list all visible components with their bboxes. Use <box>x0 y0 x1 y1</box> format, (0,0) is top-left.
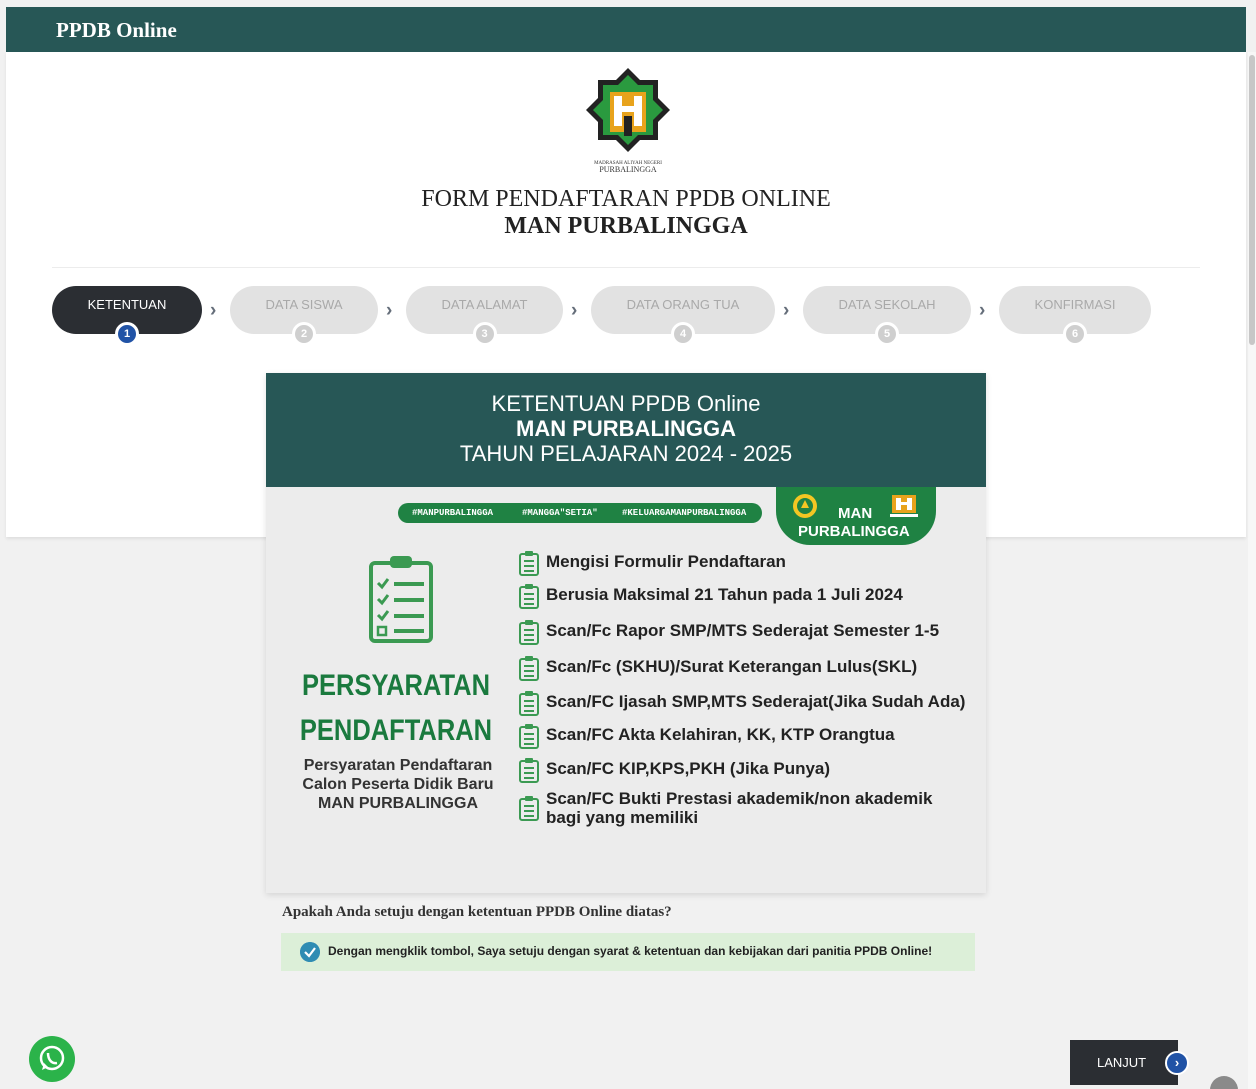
chevron-right-icon: › <box>386 300 393 321</box>
form-title: FORM PENDAFTARAN PPDB ONLINE <box>421 186 831 212</box>
requirement-text: Scan/Fc (SKHU)/Surat Keterangan Lulus(SK… <box>546 657 918 676</box>
hashtag: #MANGGA"SETIA" <box>522 508 598 518</box>
clipboard-icon <box>519 656 539 681</box>
step-number: 2 <box>292 322 316 346</box>
clipboard-icon <box>519 620 539 645</box>
agreement-text: Dengan mengklik tombol, Saya setuju deng… <box>328 944 933 958</box>
banner-subtext: MAN PURBALINGGA <box>318 795 478 812</box>
step-ketentuan[interactable]: KETENTUAN 1 <box>52 286 202 346</box>
clipboard-icon <box>519 584 539 609</box>
school-logo-icon <box>890 495 918 517</box>
requirement-text: Scan/FC Ijasah SMP,MTS Sederajat(Jika Su… <box>546 692 966 711</box>
persyaratan-heading: PERSYARATAN <box>302 669 490 702</box>
step-data-orang-tua[interactable]: DATA ORANG TUA 4 <box>591 286 775 346</box>
step-number: 1 <box>115 322 139 346</box>
step-number: 6 <box>1063 322 1087 346</box>
agreement-question: Apakah Anda setuju dengan ketentuan PPDB… <box>282 904 672 920</box>
step-label: DATA SISWA <box>265 297 343 312</box>
logo-caption: PURBALINGGA <box>599 165 657 174</box>
step-label: DATA SEKOLAH <box>838 297 936 312</box>
school-logo: MADRASAH ALIYAH NEGERI PURBALINGGA <box>586 68 670 174</box>
whatsapp-icon <box>39 1045 65 1071</box>
agreement-box: Dengan mengklik tombol, Saya setuju deng… <box>281 933 975 971</box>
hashtag-strip: #MANPURBALINGGA #MANGGA"SETIA" #KELUARGA… <box>398 503 762 523</box>
chevron-right-icon: › <box>979 300 986 321</box>
requirement-text: Berusia Maksimal 21 Tahun pada 1 Juli 20… <box>546 585 903 604</box>
form-subtitle: MAN PURBALINGGA <box>504 213 748 239</box>
clipboard-icon <box>519 758 539 783</box>
step-data-siswa[interactable]: DATA SISWA 2 <box>230 286 378 346</box>
requirement-text: Scan/Fc Rapor SMP/MTS Sederajat Semester… <box>546 621 940 640</box>
clipboard-checklist-icon <box>369 556 433 643</box>
next-button[interactable]: LANJUT › <box>1070 1040 1189 1085</box>
requirements-banner: KETENTUAN PPDB Online MAN PURBALINGGA TA… <box>266 373 986 893</box>
requirement-text: Scan/FC KIP,KPS,PKH (Jika Punya) <box>546 759 831 778</box>
banner-title: KETENTUAN PPDB Online <box>491 391 761 416</box>
step-number: 4 <box>671 322 695 346</box>
banner-subtext: Persyaratan Pendaftaran <box>303 757 493 774</box>
divider <box>52 267 1200 268</box>
clipboard-icon <box>519 724 539 749</box>
top-navbar: PPDB Online <box>6 7 1246 52</box>
step-label: DATA ALAMAT <box>441 297 528 312</box>
step-konfirmasi[interactable]: KONFIRMASI 6 <box>999 286 1151 346</box>
scroll-to-top-button[interactable] <box>1210 1076 1238 1089</box>
step-data-alamat[interactable]: DATA ALAMAT 3 <box>406 286 563 346</box>
check-circle-icon <box>300 942 320 962</box>
chevron-right-icon: › <box>571 300 578 321</box>
step-label: KETENTUAN <box>87 297 167 312</box>
whatsapp-button[interactable] <box>29 1036 75 1082</box>
step-number: 5 <box>875 322 899 346</box>
step-data-sekolah[interactable]: DATA SEKOLAH 5 <box>803 286 971 346</box>
step-label: KONFIRMASI <box>1034 297 1116 312</box>
banner-school: MAN PURBALINGGA <box>516 416 736 441</box>
requirement-text: Scan/FC Bukti Prestasi akademik/non akad… <box>546 789 933 808</box>
clipboard-icon <box>519 691 539 716</box>
step-label: DATA ORANG TUA <box>626 297 740 312</box>
hashtag: #MANPURBALINGGA <box>412 508 494 518</box>
next-button-label: LANJUT <box>1097 1055 1147 1070</box>
clipboard-icon <box>519 551 539 576</box>
hashtag: #KELUARGAMANPURBALINGGA <box>622 508 747 518</box>
chevron-right-icon: › <box>1165 1051 1189 1075</box>
requirement-text: bagi yang memiliki <box>546 808 699 827</box>
banner-header: KETENTUAN PPDB Online MAN PURBALINGGA TA… <box>266 373 986 487</box>
clipboard-icon <box>519 796 539 821</box>
school-tag: MAN PURBALINGGA <box>776 487 936 545</box>
tag-line2: PURBALINGGA <box>798 523 910 540</box>
tag-line1: MAN <box>838 505 873 522</box>
ministry-logo-icon <box>793 494 817 518</box>
pendaftaran-heading: PENDAFTARAN <box>299 714 493 747</box>
banner-year: TAHUN PELAJARAN 2024 - 2025 <box>459 441 793 466</box>
step-number: 3 <box>472 322 497 346</box>
chevron-right-icon: › <box>783 300 790 321</box>
banner-subtext: Calon Peserta Didik Baru <box>302 776 494 793</box>
requirement-text: Mengisi Formulir Pendaftaran <box>546 552 786 571</box>
chevron-right-icon: › <box>210 300 217 321</box>
brand-title[interactable]: PPDB Online <box>56 18 177 43</box>
requirement-text: Scan/FC Akta Kelahiran, KK, KTP Orangtua <box>546 725 895 744</box>
